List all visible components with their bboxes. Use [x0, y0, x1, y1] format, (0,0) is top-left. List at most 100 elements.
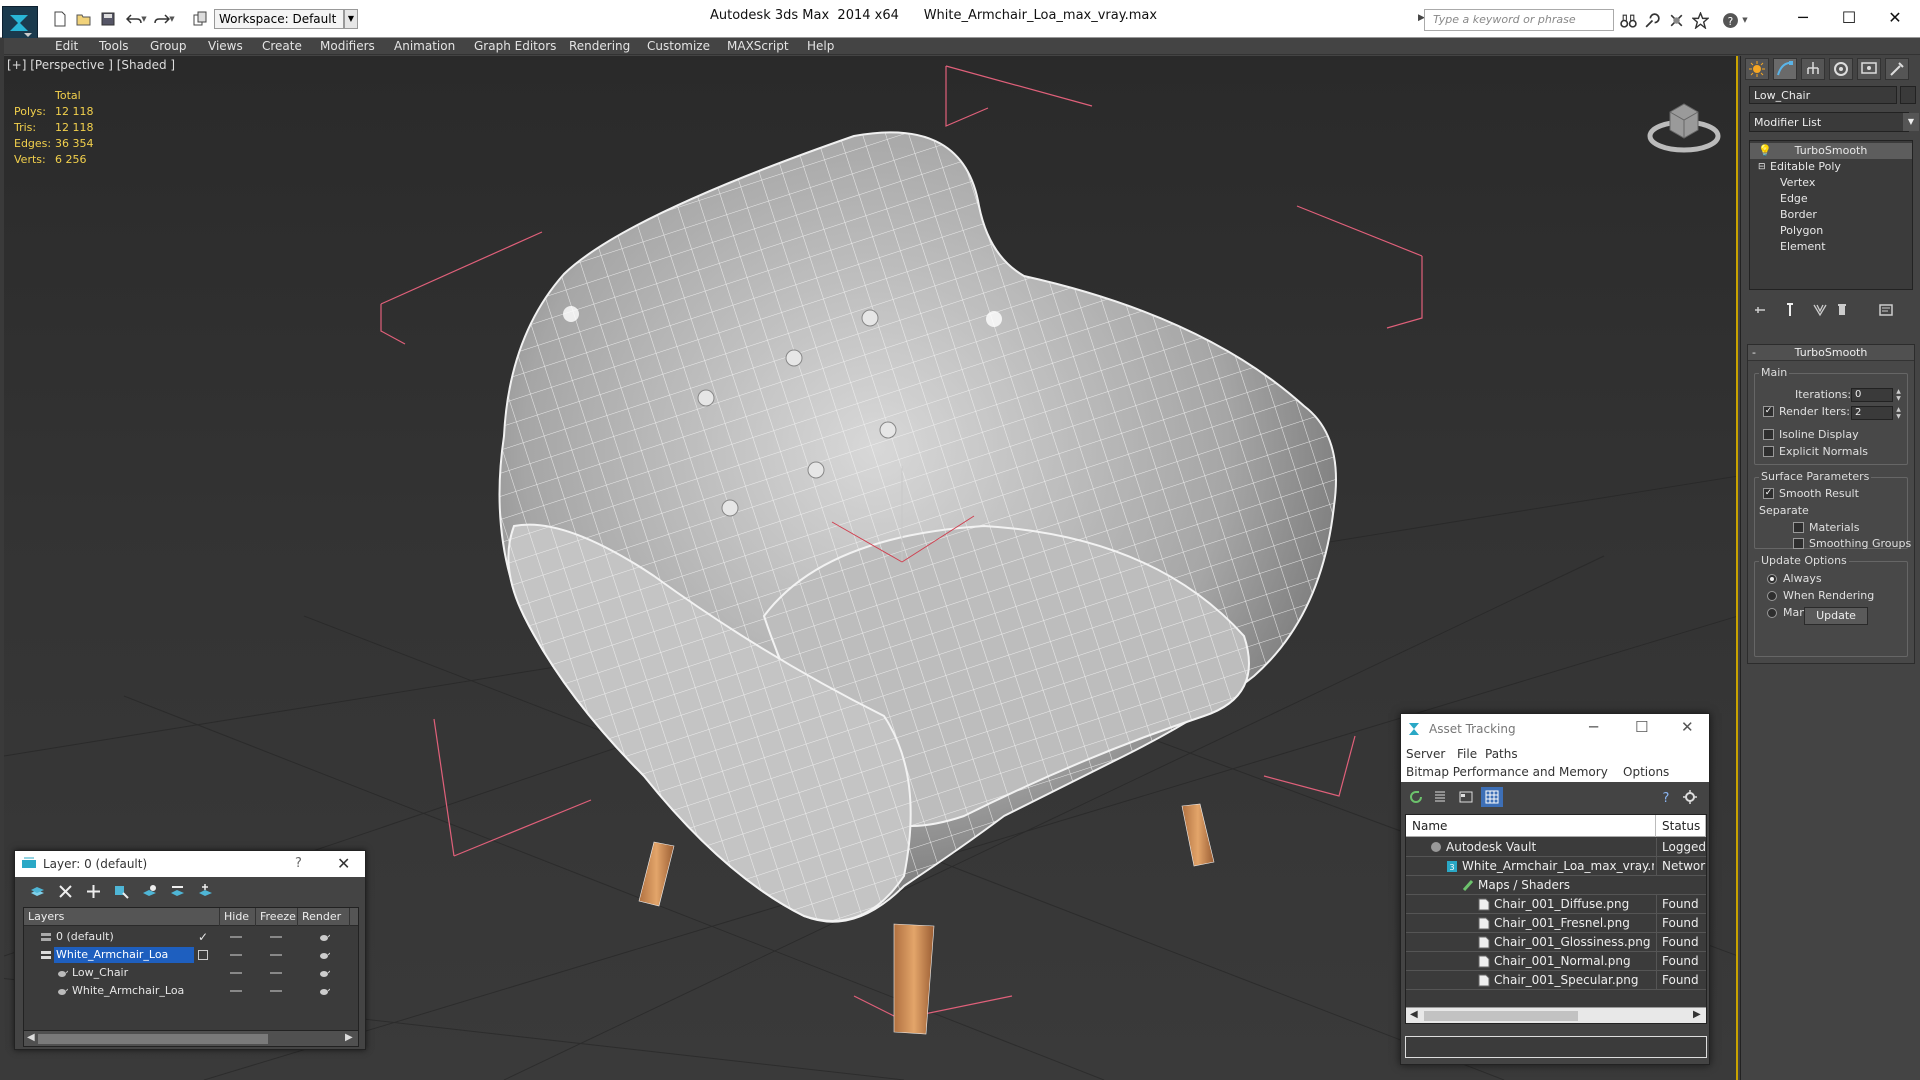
layer-row[interactable]: 0 (default) ✓	[24, 928, 358, 946]
menu-help[interactable]: Help	[807, 38, 834, 55]
delete-layer-icon[interactable]	[55, 882, 75, 900]
column-layers[interactable]: Layers	[24, 908, 220, 926]
object-name-field[interactable]: Low_Chair	[1749, 86, 1897, 104]
column-freeze[interactable]: Freeze	[256, 908, 298, 926]
always-radio[interactable]	[1767, 574, 1777, 584]
menu-customize[interactable]: Customize	[647, 38, 710, 55]
motion-tab-icon[interactable]	[1829, 58, 1853, 80]
render-teapot-icon[interactable]	[318, 968, 330, 978]
asset-row[interactable]: Maps / Shaders	[1406, 876, 1706, 895]
maximize-icon[interactable]: ☐	[1826, 0, 1872, 34]
smoothing-groups-checkbox[interactable]	[1793, 538, 1804, 549]
freeze-all-layers-icon[interactable]	[195, 882, 215, 900]
stack-item-editable-poly[interactable]: ⊟ Editable Poly	[1750, 159, 1912, 175]
render-teapot-icon[interactable]	[318, 950, 330, 960]
hide-toggle[interactable]	[230, 936, 242, 938]
armchair-model[interactable]	[498, 131, 1337, 1035]
smooth-result-checkbox[interactable]: ✓	[1763, 488, 1774, 499]
menu-options[interactable]: Options	[1623, 765, 1669, 779]
render-iters-spinner-arrows-icon[interactable]: ▲ ▼	[1894, 406, 1903, 420]
utilities-tab-icon[interactable]	[1885, 58, 1909, 80]
hide-toggle[interactable]	[230, 954, 242, 956]
menu-file[interactable]: File	[1457, 747, 1477, 761]
render-iters-checkbox[interactable]: ✓	[1763, 406, 1774, 417]
help-dropdown-icon[interactable]: ▼	[1740, 10, 1750, 30]
layer-name[interactable]: White_Armchair_Loa	[54, 947, 194, 963]
isoline-display-checkbox[interactable]	[1763, 429, 1774, 440]
minimize-icon[interactable]: ─	[1780, 0, 1826, 34]
render-teapot-icon[interactable]	[318, 986, 330, 996]
asset-path-field[interactable]	[1405, 1036, 1707, 1058]
close-icon[interactable]: ✕	[337, 854, 350, 873]
stack-item-border[interactable]: Border	[1750, 207, 1912, 223]
render-iters-spinner[interactable]: 2	[1851, 406, 1893, 420]
stack-item-vertex[interactable]: Vertex	[1750, 175, 1912, 191]
column-status[interactable]: Status	[1656, 815, 1706, 837]
stack-item-turbosmooth[interactable]: 💡 TurboSmooth	[1750, 143, 1912, 159]
asset-window-titlebar[interactable]: Asset Tracking ─ ☐ ✕	[1401, 714, 1709, 744]
asset-row[interactable]: Chair_001_Normal.png Found	[1406, 952, 1706, 971]
manually-radio[interactable]	[1767, 608, 1777, 618]
stack-item-element[interactable]: Element	[1750, 239, 1912, 255]
menu-modifiers[interactable]: Modifiers	[320, 38, 375, 55]
scroll-right-icon[interactable]: ▶	[1693, 1009, 1701, 1020]
scrollbar-thumb[interactable]	[1424, 1011, 1578, 1021]
menu-rendering[interactable]: Rendering	[569, 38, 630, 55]
viewport-label[interactable]: [+] [Perspective ] [Shaded ]	[7, 58, 175, 72]
layer-row[interactable]: White_Armchair_Loa	[24, 946, 358, 964]
iterations-spinner[interactable]: 0	[1851, 388, 1893, 402]
stack-item-edge[interactable]: Edge	[1750, 191, 1912, 207]
object-color-swatch[interactable]	[1900, 86, 1916, 104]
menu-animation[interactable]: Animation	[394, 38, 455, 55]
freeze-toggle[interactable]	[270, 972, 282, 974]
layer-horizontal-scrollbar[interactable]: ◀ ▶	[24, 1030, 358, 1046]
detail-view-icon[interactable]	[1455, 787, 1477, 807]
menu-tools[interactable]: Tools	[99, 38, 129, 55]
iterations-spinner-arrows-icon[interactable]: ▲ ▼	[1894, 388, 1903, 402]
layer-row[interactable]: White_Armchair_Loa	[24, 982, 358, 1000]
stack-item-polygon[interactable]: Polygon	[1750, 223, 1912, 239]
undo-dropdown-icon[interactable]: ▼	[139, 9, 149, 29]
scroll-left-icon[interactable]: ◀	[27, 1032, 35, 1043]
communication-center-icon[interactable]	[1666, 10, 1686, 30]
project-folder-icon[interactable]	[190, 9, 210, 29]
menu-views[interactable]: Views	[208, 38, 243, 55]
save-file-icon[interactable]	[98, 9, 118, 29]
expand-minus-icon[interactable]: ⊟	[1758, 159, 1766, 175]
hide-all-layers-icon[interactable]	[167, 882, 187, 900]
menu-bitmap-performance[interactable]: Bitmap Performance and Memory	[1406, 765, 1608, 779]
show-end-result-icon[interactable]	[1779, 300, 1801, 320]
when-rendering-radio[interactable]	[1767, 591, 1777, 601]
close-icon[interactable]: ✕	[1681, 718, 1694, 736]
configure-modifier-sets-icon[interactable]	[1875, 300, 1897, 320]
refresh-icon[interactable]	[1405, 787, 1427, 807]
help-icon[interactable]: ?	[1655, 787, 1677, 807]
highlight-layer-icon[interactable]	[139, 882, 159, 900]
table-view-icon[interactable]	[1481, 787, 1503, 807]
collapse-icon[interactable]: -	[1752, 345, 1756, 361]
redo-dropdown-icon[interactable]: ▼	[167, 9, 177, 29]
menu-maxscript[interactable]: MAXScript	[727, 38, 789, 55]
help-icon[interactable]: ?	[295, 856, 302, 871]
scroll-left-icon[interactable]: ◀	[1410, 1009, 1418, 1020]
minimize-icon[interactable]: ─	[1589, 718, 1598, 736]
object-name[interactable]: Low_Chair	[70, 965, 128, 981]
asset-row[interactable]: Chair_001_Diffuse.png Found	[1406, 895, 1706, 914]
render-teapot-icon[interactable]	[318, 932, 330, 942]
close-icon[interactable]: ✕	[1872, 0, 1918, 34]
explicit-normals-checkbox[interactable]	[1763, 446, 1774, 457]
modifier-list-arrow-icon[interactable]: ▼	[1903, 113, 1919, 131]
create-layer-icon[interactable]	[27, 882, 47, 900]
lightbulb-icon[interactable]: 💡	[1758, 143, 1772, 159]
layer-window-titlebar[interactable]: Layer: 0 (default) ? ✕	[15, 851, 365, 877]
select-in-layer-icon[interactable]	[111, 882, 131, 900]
hierarchy-tab-icon[interactable]	[1801, 58, 1825, 80]
add-to-layer-icon[interactable]	[83, 882, 103, 900]
new-file-icon[interactable]	[50, 9, 70, 29]
workspace-dropdown[interactable]: Workspace: Default	[214, 9, 344, 29]
freeze-toggle[interactable]	[270, 954, 282, 956]
layer-name[interactable]: 0 (default)	[54, 929, 114, 945]
asset-row[interactable]: Autodesk Vault Logged Out	[1406, 838, 1706, 857]
scroll-right-icon[interactable]: ▶	[345, 1032, 353, 1043]
menu-create[interactable]: Create	[262, 38, 302, 55]
